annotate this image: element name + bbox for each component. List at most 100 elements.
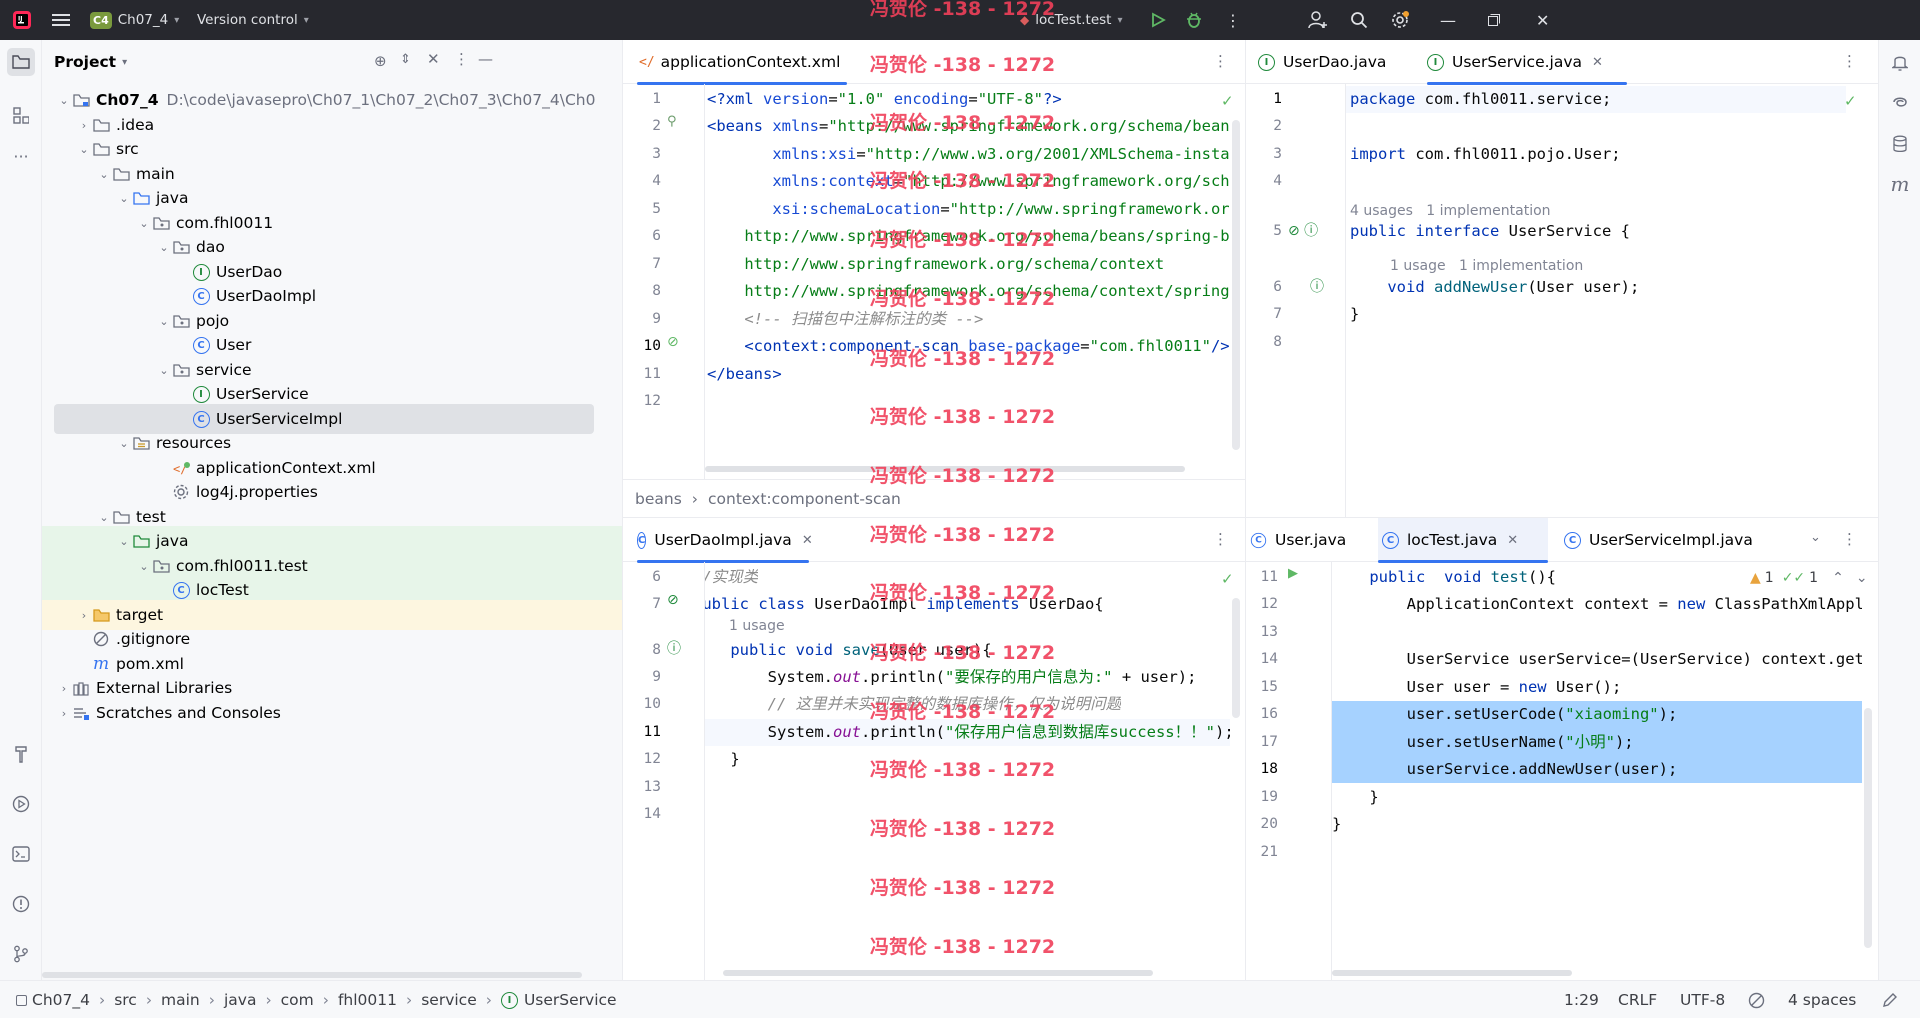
app-logo-icon[interactable]: IJ [12, 0, 32, 40]
close-tab-icon[interactable]: ✕ [802, 533, 813, 548]
editor-userservice-code[interactable]: package com.fhl0011.service; import com.… [1346, 84, 1878, 517]
run-test-gutter-icon[interactable]: ▶ [1288, 566, 1298, 581]
terminal-tool-icon[interactable] [7, 840, 35, 868]
tab-userdao[interactable]: I UserDao.java [1258, 40, 1386, 84]
folder-icon [112, 165, 130, 183]
problems-tool-icon[interactable] [7, 890, 35, 918]
spring-bean-gutter-icon[interactable]: ⊘ [667, 592, 679, 608]
chevron-up-icon[interactable]: ⌃ [1832, 570, 1844, 586]
implements-method-gutter-icon[interactable]: ⓘ [667, 638, 681, 658]
breadcrumb-item[interactable]: main [161, 991, 200, 1009]
inspection-widget[interactable]: ▲ 1 ✓✓ 1 ⌃ ⌄ [1750, 570, 1868, 586]
breadcrumb-item[interactable]: com [281, 991, 314, 1009]
build-tool-icon[interactable] [7, 740, 35, 768]
maven-tool-icon[interactable]: m [1886, 170, 1914, 198]
read-only-toggle-icon[interactable] [1882, 981, 1898, 1019]
more-tools-icon[interactable]: ··· [7, 142, 35, 170]
breadcrumb-item[interactable]: UserService [524, 991, 617, 1009]
more-actions-icon[interactable]: ⋮ [1225, 0, 1241, 40]
editor-userdaoimpl-vertical-scrollbar[interactable] [1232, 598, 1240, 718]
project-switcher[interactable]: C4 Ch07_4 ▾ [90, 0, 179, 40]
properties-icon [172, 483, 190, 501]
file-encoding[interactable]: UTF-8 [1680, 981, 1725, 1019]
editor-userdaoimpl-horizontal-scrollbar[interactable] [723, 970, 1153, 976]
editor-xml-vertical-scrollbar[interactable] [1232, 120, 1240, 450]
close-window-icon[interactable]: ✕ [1536, 0, 1549, 40]
tab-userdaoimpl[interactable]: C UserDaoImpl.java ✕ [637, 518, 813, 563]
close-tab-icon[interactable]: ✕ [1507, 533, 1518, 548]
vcs-menu[interactable]: Version control ▾ [197, 0, 309, 40]
tree-node-scratches[interactable]: › Scratches and Consoles [42, 698, 622, 728]
collapse-all-icon[interactable]: ✕ [427, 50, 440, 68]
structure-tool-icon[interactable] [7, 102, 35, 130]
tab-options-icon[interactable]: ⋮ [1842, 52, 1857, 70]
editor-loctest-horizontal-scrollbar[interactable] [1332, 970, 1572, 976]
spring-scan-gutter-icon[interactable]: ⊘ [667, 334, 679, 350]
search-icon[interactable] [1350, 0, 1368, 40]
implemented-gutter-icon[interactable]: ⓘ [1310, 276, 1324, 296]
database-icon[interactable] [1886, 130, 1914, 158]
usages-hint[interactable]: 1 usage [729, 614, 785, 638]
git-tool-icon[interactable] [7, 940, 35, 968]
breadcrumb-item[interactable]: java [224, 991, 256, 1009]
chevron-down-icon: ⌄ [159, 363, 169, 377]
run-config-selector[interactable]: ◆ locTest.test ▾ [1020, 0, 1123, 40]
editor-xml-code[interactable]: <?xml version="1.0" encoding="UTF-8"?> <… [705, 84, 1230, 479]
run-icon[interactable] [1150, 0, 1166, 40]
editor-userdaoimpl-code[interactable]: //实现类 public class UserDaoImpl implement… [705, 562, 1230, 957]
spring-bean-gutter-icon[interactable]: ⚲ [667, 114, 677, 129]
breadcrumb-item[interactable]: fhl0011 [338, 991, 397, 1009]
restore-icon[interactable] [1488, 0, 1500, 40]
breadcrumb-item[interactable]: service [421, 991, 477, 1009]
caret-position[interactable]: 1:29 [1564, 981, 1599, 1019]
project-horizontal-scrollbar[interactable] [42, 972, 582, 978]
line-ending[interactable]: CRLF [1618, 981, 1657, 1019]
minimize-icon[interactable]: — [1440, 0, 1456, 40]
package-icon [172, 361, 190, 379]
notifications-bell-icon[interactable] [1886, 48, 1914, 76]
tab-options-icon[interactable]: ⋮ [1213, 52, 1228, 70]
no-problems-check-icon[interactable]: ✓ [1844, 92, 1857, 110]
expand-all-icon[interactable]: ⇕ [400, 52, 411, 67]
tab-userservice[interactable]: I UserService.java ✕ [1427, 40, 1627, 85]
breadcrumb-item[interactable]: Ch07_4 [32, 991, 90, 1009]
hide-panel-icon[interactable]: — [478, 50, 493, 68]
no-problems-check-icon[interactable]: ✓ [1221, 570, 1234, 588]
chevron-right-icon: › [208, 991, 215, 1009]
tab-loctest[interactable]: C locTest.java ✕ [1378, 518, 1548, 563]
inspection-profile-icon[interactable] [1748, 981, 1765, 1019]
ai-assistant-icon[interactable] [1886, 88, 1914, 116]
editor-loctest-code[interactable]: public void test(){ ApplicationContext c… [1332, 562, 1862, 957]
chevron-down-icon[interactable]: ⌄ [1810, 530, 1821, 545]
tab-label: User.java [1275, 531, 1347, 549]
editor-xml-tabbar: </ applicationContext.xml ⋮ [623, 40, 1245, 85]
tab-applicationcontext[interactable]: </ applicationContext.xml [637, 40, 847, 85]
editor-loctest-vertical-scrollbar[interactable] [1864, 708, 1872, 948]
tab-userserviceimpl[interactable]: C UserServiceImpl.java [1564, 518, 1753, 562]
indent-setting[interactable]: 4 spaces [1788, 981, 1856, 1019]
chevron-down-icon[interactable]: ⌄ [1856, 570, 1868, 586]
breadcrumb-item[interactable]: src [114, 991, 137, 1009]
tab-options-icon[interactable]: ⋮ [1842, 530, 1857, 548]
debug-icon[interactable] [1185, 0, 1203, 40]
tree-node-label: External Libraries [96, 679, 233, 697]
implemented-gutter-icon[interactable]: ⊘ ⓘ [1288, 220, 1318, 240]
project-panel-header[interactable]: Project ▾ [54, 40, 127, 84]
editor-loctest-tabbar: C User.java C locTest.java ✕ C UserServi… [1246, 518, 1878, 563]
project-tool-icon[interactable] [7, 48, 35, 76]
no-problems-check-icon[interactable]: ✓ [1221, 92, 1234, 110]
breadcrumb-item[interactable]: beans [635, 490, 682, 508]
settings-gear-icon[interactable] [1390, 0, 1410, 40]
locate-file-icon[interactable]: ⊕ [374, 52, 387, 70]
close-tab-icon[interactable]: ✕ [1592, 55, 1603, 70]
tab-options-icon[interactable]: ⋮ [1213, 530, 1228, 548]
panel-options-icon[interactable]: ⋮ [454, 50, 469, 68]
add-user-icon[interactable] [1308, 0, 1328, 40]
tab-user[interactable]: C User.java [1250, 518, 1346, 562]
services-tool-icon[interactable] [7, 790, 35, 818]
line-number: 4 [652, 173, 661, 189]
breadcrumb-item[interactable]: context:component-scan [708, 490, 901, 508]
main-menu-icon[interactable] [52, 0, 70, 40]
editor-xml-horizontal-scrollbar[interactable] [705, 466, 1185, 472]
chevron-right-icon: › [406, 991, 413, 1009]
